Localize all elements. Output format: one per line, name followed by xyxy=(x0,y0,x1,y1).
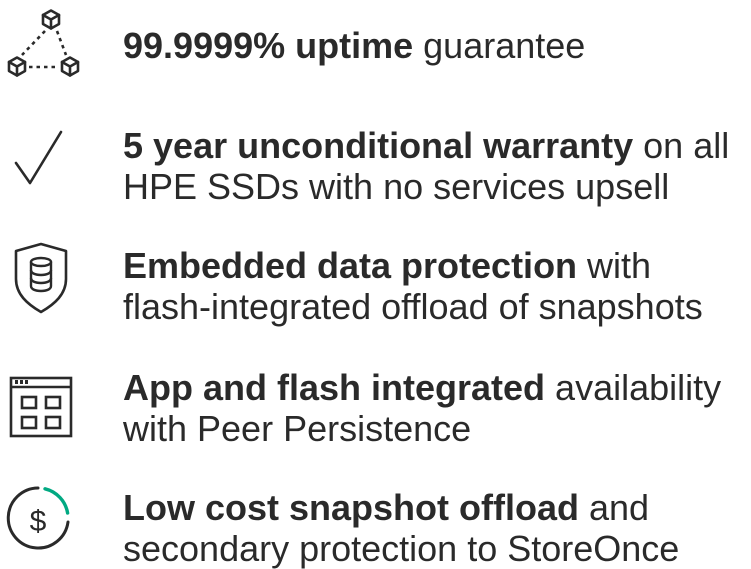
svg-text:$: $ xyxy=(30,505,47,538)
feature-text: Embedded data protection with flash-inte… xyxy=(123,245,751,327)
feature-text: 5 year unconditional warranty on all HPE… xyxy=(123,125,751,207)
feature-line2: with Peer Persistence xyxy=(123,408,472,449)
feature-rest: and xyxy=(579,487,650,528)
feature-bold: 5 year unconditional warranty xyxy=(123,125,634,166)
dollar-circle-icon: $ xyxy=(0,482,100,562)
feature-text: Low cost snapshot offload and secondary … xyxy=(123,487,751,569)
checkmark-icon xyxy=(0,118,100,198)
feature-rest: on all xyxy=(633,125,730,166)
feature-bold: App and flash integrated xyxy=(123,367,546,408)
feature-text: 99.9999% uptime guarantee xyxy=(123,25,751,66)
feature-line2: flash-integrated offload of snapshots xyxy=(123,286,703,327)
feature-rest: guarantee xyxy=(413,25,586,66)
network-cubes-icon xyxy=(0,4,100,84)
feature-bold: Embedded data protection xyxy=(123,245,578,286)
feature-line2: HPE SSDs with no services upsell xyxy=(123,166,670,207)
feature-rest: availability xyxy=(545,367,722,408)
feature-bold: Low cost snapshot offload xyxy=(123,487,579,528)
feature-bold: 99.9999% uptime xyxy=(123,25,414,66)
feature-rest: with xyxy=(577,245,652,286)
feature-line2: secondary protection to StoreOnce xyxy=(123,528,680,569)
app-window-grid-icon xyxy=(0,362,100,442)
feature-text: App and flash integrated availability wi… xyxy=(123,367,751,449)
shield-database-icon xyxy=(0,238,100,318)
